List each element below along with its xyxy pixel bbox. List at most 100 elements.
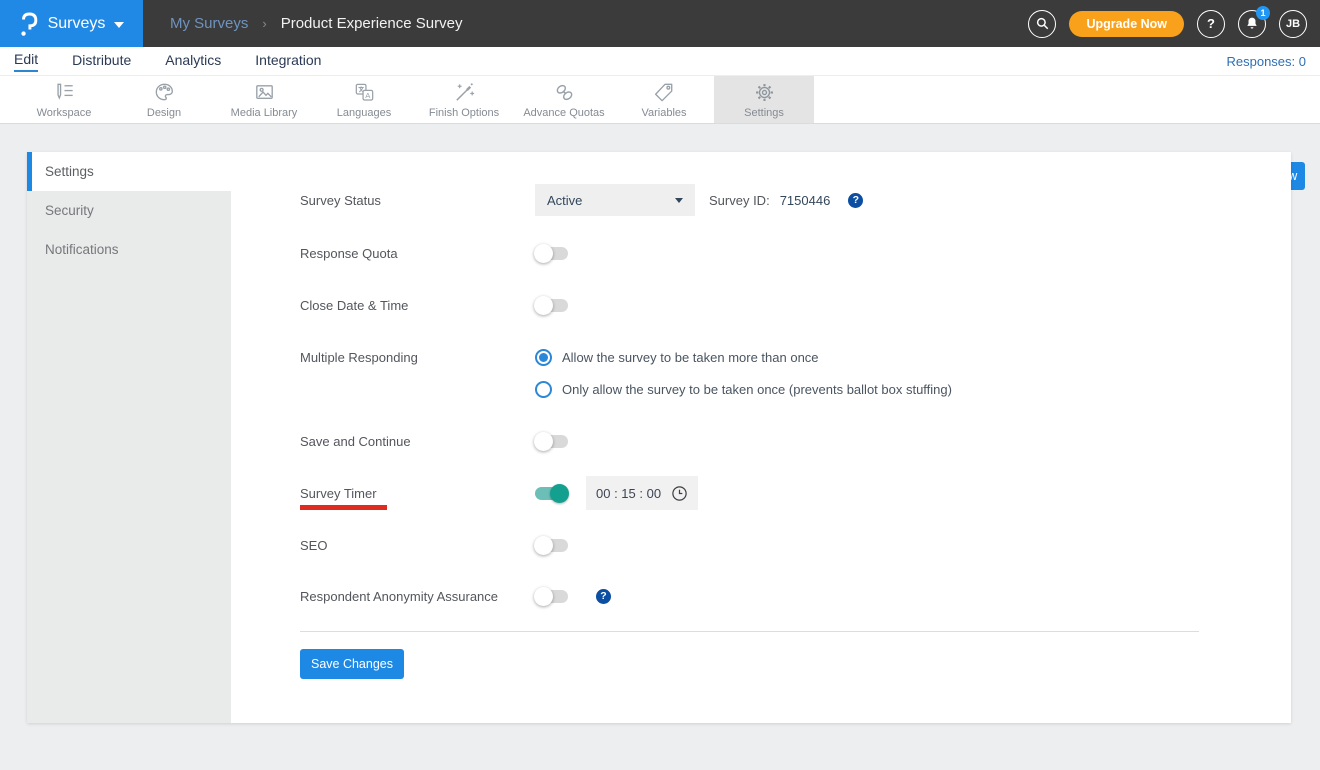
page-title: Product Experience Survey bbox=[280, 15, 463, 32]
toolbar-item-workspace[interactable]: Workspace bbox=[14, 76, 114, 123]
radio-only-once-label[interactable]: Only allow the survey to be taken once (… bbox=[562, 382, 952, 397]
toolbar-item-design[interactable]: Design bbox=[114, 76, 214, 123]
toolbar-item-finish-options[interactable]: Finish Options bbox=[414, 76, 514, 123]
toolbar-item-media-library[interactable]: Media Library bbox=[214, 76, 314, 123]
content-divider bbox=[300, 631, 1199, 632]
toolbar-label: Finish Options bbox=[428, 107, 500, 119]
row-survey-status: Survey Status Active Survey ID: 7150446 … bbox=[300, 184, 864, 216]
toolbar-label: Advance Quotas bbox=[523, 107, 605, 119]
save-changes-button[interactable]: Save Changes bbox=[300, 649, 404, 679]
toolbar-label: Workspace bbox=[36, 107, 92, 119]
product-name: Surveys bbox=[47, 14, 106, 32]
chevron-down-icon bbox=[675, 197, 683, 203]
settings-card: Settings Security Notifications Survey S… bbox=[27, 152, 1291, 723]
toggle-knob bbox=[550, 483, 569, 503]
breadcrumb-separator: › bbox=[262, 16, 267, 31]
sidebar-item-label: Security bbox=[45, 203, 94, 218]
respondent-anonymity-toggle[interactable] bbox=[534, 586, 568, 606]
row-response-quota: Response Quota bbox=[300, 242, 568, 264]
row-close-date-time: Close Date & Time bbox=[300, 294, 568, 316]
settings-icon bbox=[755, 84, 773, 101]
chevron-down-icon bbox=[114, 21, 125, 28]
sidebar-item-settings[interactable]: Settings bbox=[27, 152, 231, 191]
radio-allow-multiple-label[interactable]: Allow the survey to be taken more than o… bbox=[562, 350, 819, 365]
row-survey-timer: Survey Timer bbox=[300, 482, 569, 504]
save-and-continue-toggle[interactable] bbox=[534, 431, 568, 451]
toggle-knob bbox=[534, 535, 553, 555]
response-quota-label: Response Quota bbox=[300, 245, 398, 261]
seo-toggle[interactable] bbox=[534, 535, 568, 555]
notification-badge: 1 bbox=[1256, 5, 1270, 20]
row-multiple-responding-option2: Only allow the survey to be taken once (… bbox=[535, 378, 952, 400]
question-mark-icon: ? bbox=[1207, 16, 1215, 31]
notifications-button[interactable]: 1 bbox=[1238, 5, 1270, 38]
svg-text:A: A bbox=[365, 91, 371, 100]
workspace-icon bbox=[56, 83, 73, 100]
row-save-and-continue: Save and Continue bbox=[300, 430, 568, 452]
multiple-responding-label: Multiple Responding bbox=[300, 349, 418, 365]
breadcrumb-my-surveys[interactable]: My Surveys bbox=[170, 15, 248, 32]
row-respondent-anonymity: Respondent Anonymity Assurance ? bbox=[300, 585, 611, 607]
response-quota-toggle[interactable] bbox=[534, 243, 568, 263]
breadcrumb: My Surveys › Product Experience Survey bbox=[170, 0, 462, 47]
respondent-anonymity-label: Respondent Anonymity Assurance bbox=[300, 588, 499, 604]
toolbar-label: Languages bbox=[336, 107, 392, 119]
edit-toolbar: Workspace Design Media Library A Languag… bbox=[0, 76, 1320, 191]
avatar[interactable]: JB bbox=[1279, 9, 1307, 38]
design-icon bbox=[155, 83, 173, 101]
survey-id-help-icon[interactable]: ? bbox=[848, 192, 864, 208]
sidebar-item-label: Notifications bbox=[45, 242, 119, 257]
close-date-time-toggle[interactable] bbox=[534, 295, 568, 315]
tab-analytics[interactable]: Analytics bbox=[165, 52, 221, 71]
toggle-knob bbox=[534, 243, 553, 263]
toolbar-item-variables[interactable]: Variables bbox=[614, 76, 714, 123]
radio-only-once[interactable] bbox=[535, 380, 552, 398]
survey-status-dropdown[interactable]: Active bbox=[535, 184, 695, 216]
row-multiple-responding: Multiple Responding Allow the survey to … bbox=[300, 346, 819, 368]
radio-allow-multiple[interactable] bbox=[535, 348, 552, 366]
toggle-knob bbox=[534, 586, 553, 606]
sidebar-item-notifications[interactable]: Notifications bbox=[27, 230, 231, 269]
toolbar-label: Variables bbox=[641, 107, 687, 119]
finish-options-icon bbox=[455, 83, 474, 101]
languages-icon: A bbox=[355, 83, 373, 101]
toggle-knob bbox=[534, 431, 553, 451]
settings-sidebar: Settings Security Notifications bbox=[27, 152, 231, 723]
toolbar-label: Media Library bbox=[230, 107, 298, 119]
survey-timer-highlight-underline bbox=[300, 505, 387, 510]
toolbar-label: Design bbox=[146, 107, 182, 119]
search-icon bbox=[1036, 17, 1049, 30]
survey-status-label: Survey Status bbox=[300, 192, 381, 208]
main-tabs: Edit Distribute Analytics Integration Re… bbox=[0, 47, 1320, 76]
survey-timer-toggle[interactable] bbox=[535, 483, 569, 503]
header-actions: Upgrade Now ? 1 JB bbox=[1028, 0, 1307, 47]
advance-quotas-icon bbox=[556, 84, 572, 101]
tab-distribute[interactable]: Distribute bbox=[72, 52, 131, 71]
questionpro-logo bbox=[20, 12, 37, 36]
toolbar-item-settings[interactable]: Settings bbox=[714, 76, 814, 123]
seo-label: SEO bbox=[300, 537, 328, 553]
upgrade-now-button[interactable]: Upgrade Now bbox=[1069, 10, 1184, 37]
search-button[interactable] bbox=[1028, 9, 1057, 38]
product-switcher[interactable]: Surveys bbox=[0, 0, 143, 47]
help-button[interactable]: ? bbox=[1197, 9, 1225, 38]
tab-edit[interactable]: Edit bbox=[14, 51, 39, 72]
toolbar-item-languages[interactable]: A Languages bbox=[314, 76, 414, 123]
toolbar-label: Settings bbox=[744, 107, 784, 119]
avatar-initials: JB bbox=[1285, 17, 1301, 30]
survey-timer-value: 00 : 15 : 00 bbox=[596, 485, 662, 501]
bell-icon bbox=[1247, 17, 1257, 29]
sidebar-item-security[interactable]: Security bbox=[27, 191, 231, 230]
toolbar-item-advance-quotas[interactable]: Advance Quotas bbox=[514, 76, 614, 123]
responses-count: Responses: 0 bbox=[1226, 53, 1307, 69]
tab-integration[interactable]: Integration bbox=[255, 52, 321, 71]
survey-timer-input[interactable]: 00 : 15 : 00 bbox=[586, 476, 698, 510]
variables-icon bbox=[654, 83, 672, 102]
media-library-icon bbox=[255, 85, 273, 99]
toggle-knob bbox=[534, 295, 553, 315]
respondent-anonymity-help-icon[interactable]: ? bbox=[596, 588, 611, 604]
row-seo: SEO bbox=[300, 534, 568, 556]
survey-id-value: 7150446 bbox=[779, 192, 831, 208]
survey-id-label: Survey ID: bbox=[709, 192, 770, 208]
top-header: Surveys My Surveys › Product Experience … bbox=[0, 0, 1320, 47]
